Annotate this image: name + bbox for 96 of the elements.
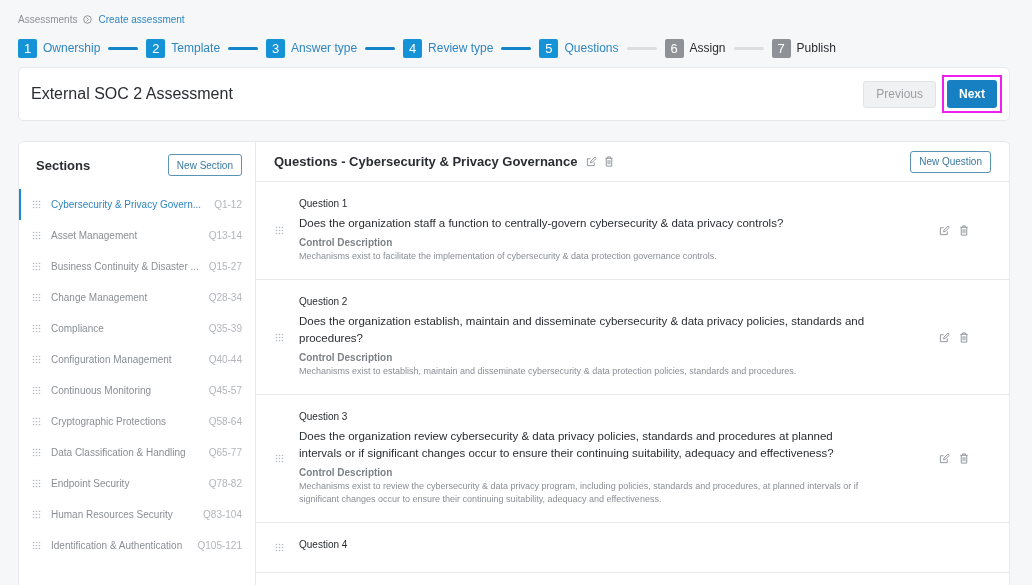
trash-icon[interactable]	[959, 453, 969, 464]
drag-handle-icon[interactable]	[32, 417, 41, 426]
step-number[interactable]: 7	[771, 38, 791, 58]
step-label[interactable]: Publish	[796, 41, 836, 55]
description-label: Control Description	[299, 237, 394, 248]
drag-handle-icon[interactable]	[275, 226, 284, 235]
drag-handle-icon[interactable]	[32, 541, 41, 550]
drag-handle-icon[interactable]	[32, 479, 41, 488]
section-name: Business Continuity & Disaster ...	[51, 261, 200, 272]
section-item[interactable]: Data Classification & Handling Q65-77	[19, 437, 255, 468]
step-label[interactable]: Template	[171, 41, 221, 55]
assessment-title: External SOC 2 Assessment	[31, 85, 233, 103]
section-item[interactable]: Asset Management Q13-14	[19, 220, 255, 251]
section-item[interactable]: Endpoint Security Q78-82	[19, 468, 255, 499]
section-name: Asset Management	[51, 230, 139, 241]
breadcrumb-current: Create assessment	[98, 14, 185, 25]
section-name: Change Management	[51, 292, 149, 303]
drag-handle-icon[interactable]	[275, 332, 284, 342]
drag-handle-icon[interactable]	[32, 231, 41, 240]
section-item[interactable]: Change Management Q28-34	[19, 282, 255, 313]
question-range: Q35-39	[208, 323, 242, 334]
step-label[interactable]: Questions	[564, 41, 619, 55]
drag-handle-icon[interactable]	[32, 324, 41, 333]
description-label: Control Description	[299, 352, 394, 363]
next-button[interactable]: Next	[947, 80, 997, 108]
edit-icon[interactable]	[939, 331, 950, 343]
control-description: Mechanisms exist to establish, maintain and disseminate cybersecurity & data protection policies, standards and procedures.	[299, 365, 798, 378]
step-number[interactable]: 5	[539, 38, 559, 58]
drag-handle-icon[interactable]	[32, 510, 41, 519]
section-name: Data Classification & Handling	[51, 447, 187, 458]
step-number[interactable]: 1	[18, 38, 37, 58]
section-name: Identification & Authentication	[51, 540, 184, 551]
question-text: Does the organization review cybersecurity & data privacy policies, standards and procedures at planned intervals or if significant changes occur to ensure their continuing suitability, adequacy and effectiveness?	[299, 429, 835, 461]
section-item[interactable]: Business Continuity & Disaster ... Q15-27	[19, 251, 255, 282]
section-name: Human Resources Security	[51, 509, 174, 520]
question-range: Q1-12	[214, 199, 242, 210]
section-name: Configuration Management	[51, 354, 173, 365]
step-label[interactable]: Assign	[689, 41, 726, 55]
drag-handle-icon[interactable]	[32, 262, 41, 271]
question-range: Q65-77	[208, 447, 242, 458]
drag-handle-icon[interactable]	[32, 448, 41, 457]
questions-title: Questions - Cybersecurity & Privacy Governance	[274, 154, 578, 169]
question-range: Q40-44	[208, 354, 242, 365]
question-range: Q45-57	[208, 385, 242, 396]
question-range: Q58-64	[208, 416, 242, 427]
edit-icon[interactable]	[939, 225, 950, 236]
section-item[interactable]: Continuous Monitoring Q45-57	[19, 375, 255, 406]
description-label: Control Description	[299, 467, 394, 478]
edit-icon[interactable]	[586, 156, 598, 167]
question-text: Does the organization establish, maintain and disseminate cybersecurity & data privacy policies, standards and procedures?	[299, 314, 866, 346]
trash-icon[interactable]	[959, 331, 969, 343]
trash-icon[interactable]	[959, 225, 969, 236]
question-range: Q15-27	[208, 261, 242, 272]
question-range: Q28-34	[208, 292, 242, 303]
sections-title: Sections	[36, 157, 91, 173]
section-name: Cryptographic Protections	[51, 416, 168, 427]
drag-handle-icon[interactable]	[32, 293, 41, 302]
question-range: Q105-121	[197, 540, 242, 551]
step-number[interactable]: 3	[266, 38, 286, 58]
question-number: Question 2	[299, 296, 349, 307]
drag-handle-icon[interactable]	[32, 200, 41, 209]
drag-handle-icon[interactable]	[32, 355, 41, 364]
step-number[interactable]: 6	[664, 38, 684, 58]
new-question-button[interactable]: New Question	[910, 150, 991, 173]
trash-icon[interactable]	[604, 156, 615, 167]
section-name: Cybersecurity & Privacy Govern...	[51, 199, 203, 210]
drag-handle-icon[interactable]	[32, 386, 41, 395]
section-name: Endpoint Security	[51, 478, 131, 489]
section-item[interactable]: Compliance Q35-39	[19, 313, 255, 344]
section-item[interactable]: Configuration Management Q40-44	[19, 344, 255, 375]
question-number: Question 1	[299, 198, 349, 209]
control-description: Mechanisms exist to review the cybersecurity & data privacy program, including policies, standards and procedures, at planned intervals or if significant changes occur to ensure their continuing suitability, adequacy and effectiveness.	[299, 480, 860, 506]
drag-handle-icon[interactable]	[275, 543, 284, 552]
question-range: Q13-14	[208, 230, 242, 241]
step-number[interactable]: 2	[146, 38, 166, 58]
section-item[interactable]: Cryptographic Protections Q58-64	[19, 406, 255, 437]
drag-handle-icon[interactable]	[275, 454, 284, 463]
chevron-circle-icon	[83, 15, 93, 24]
question-number: Question 3	[299, 411, 349, 422]
step-label[interactable]: Review type	[428, 41, 494, 55]
question-text: Does the organization staff a function to centrally-govern cybersecurity & data privacy controls?	[299, 216, 785, 231]
section-name: Compliance	[51, 323, 105, 334]
question-range: Q78-82	[208, 478, 242, 489]
question-number: Question 4	[299, 539, 349, 550]
step-label[interactable]: Answer type	[291, 41, 358, 55]
section-item[interactable]: Identification & Authentication Q105-121	[19, 530, 255, 561]
control-description: Mechanisms exist to facilitate the implementation of cybersecurity & data protection governance controls.	[299, 250, 718, 263]
edit-icon[interactable]	[939, 453, 950, 464]
section-item[interactable]: Human Resources Security Q83-104	[19, 499, 255, 530]
question-range: Q83-104	[203, 509, 242, 520]
section-name: Continuous Monitoring	[51, 385, 153, 396]
step-number[interactable]: 4	[403, 38, 423, 58]
section-item[interactable]: Cybersecurity & Privacy Govern... Q1-12	[19, 189, 255, 220]
new-section-button[interactable]: New Section	[167, 154, 242, 176]
breadcrumb-link[interactable]: Assessments	[18, 14, 78, 25]
step-label[interactable]: Ownership	[43, 41, 101, 55]
